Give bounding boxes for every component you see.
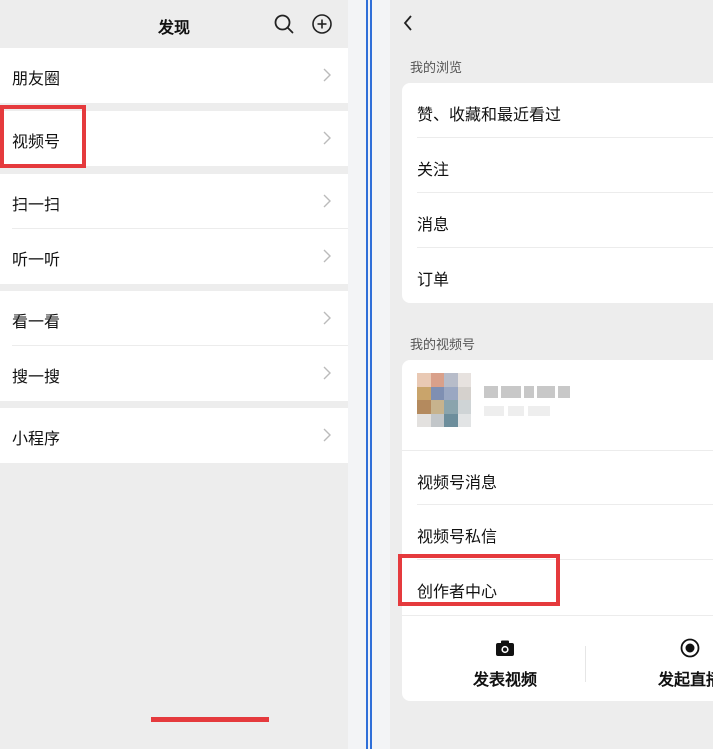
chevron-right-icon xyxy=(323,311,331,325)
section-title: 我的浏览 xyxy=(410,61,463,76)
menu-item-search[interactable]: 搜一搜 xyxy=(0,346,348,401)
discover-header: 发现 xyxy=(0,0,348,48)
menu-item-label: 听一听 xyxy=(12,250,61,269)
action-label: 发表视频 xyxy=(472,670,537,689)
menu-item-label: 看一看 xyxy=(12,312,61,331)
menu-item-mini-programs[interactable]: 小程序 xyxy=(0,408,348,463)
search-icon[interactable] xyxy=(272,12,296,36)
record-icon xyxy=(680,638,700,658)
menu-item-label: 关注 xyxy=(417,160,450,179)
panel-divider xyxy=(348,0,390,749)
menu-item-moments[interactable]: 朋友圈 xyxy=(0,48,348,103)
menu-item-orders[interactable]: 订单 xyxy=(402,248,713,303)
chevron-right-icon xyxy=(323,194,331,208)
chevron-left-icon[interactable] xyxy=(402,14,414,32)
menu-item-label: 赞、收藏和最近看过 xyxy=(417,105,562,124)
quick-actions: 发表视频 发起直播 xyxy=(402,615,713,701)
my-channel-card: 视频号消息 视频号私信 创作者中心 发表视频 发起直 xyxy=(402,360,713,701)
chevron-right-icon xyxy=(323,131,331,145)
action-divider xyxy=(585,646,586,682)
chevron-right-icon xyxy=(323,68,331,82)
menu-item-top-stories[interactable]: 看一看 xyxy=(0,291,348,346)
action-label: 发起直播 xyxy=(657,670,713,689)
avatar xyxy=(417,373,471,427)
blurred-channel-name xyxy=(484,386,570,398)
highlight-box xyxy=(0,105,86,168)
menu-item-scan[interactable]: 扫一扫 xyxy=(0,174,348,229)
highlight-box-edge xyxy=(151,717,269,722)
menu-item-label: 搜一搜 xyxy=(12,367,61,386)
menu-item-liked-favorites-recent[interactable]: 赞、收藏和最近看过 xyxy=(402,83,713,138)
channel-profile[interactable] xyxy=(402,360,713,450)
menu-item-label: 订单 xyxy=(417,270,450,289)
post-video-button[interactable]: 发表视频 xyxy=(445,638,565,690)
menu-item-channel-private-messages[interactable]: 视频号私信 xyxy=(402,505,713,560)
menu-item-label: 视频号私信 xyxy=(417,527,498,546)
discover-screen: 发现 朋友圈 视频号 扫一扫 听一听 看一看 搜一搜 小程序 xyxy=(0,0,348,749)
menu-group: 小程序 xyxy=(0,408,348,463)
add-circle-icon[interactable] xyxy=(310,12,334,36)
menu-group: 扫一扫 听一听 xyxy=(0,174,348,284)
section-title: 我的视频号 xyxy=(410,338,476,353)
camera-icon xyxy=(496,640,514,656)
chevron-right-icon xyxy=(323,428,331,442)
chevron-right-icon xyxy=(323,249,331,263)
menu-item-following[interactable]: 关注 xyxy=(402,138,713,193)
start-live-button[interactable]: 发起直播 xyxy=(630,638,713,690)
divider-line xyxy=(366,0,368,749)
channels-screen: 我的浏览 赞、收藏和最近看过 关注 消息 订单 我的视频号 视频号消息 视频号私… xyxy=(390,0,713,749)
menu-item-listen[interactable]: 听一听 xyxy=(0,229,348,284)
menu-item-label: 消息 xyxy=(417,215,450,234)
menu-group: 看一看 搜一搜 xyxy=(0,291,348,401)
menu-item-label: 小程序 xyxy=(12,429,61,448)
chevron-right-icon xyxy=(323,366,331,380)
divider-line xyxy=(370,0,372,749)
menu-item-label: 视频号消息 xyxy=(417,473,498,492)
blurred-channel-subtitle xyxy=(484,406,550,416)
menu-item-messages[interactable]: 消息 xyxy=(402,193,713,248)
menu-group: 朋友圈 xyxy=(0,48,348,103)
browse-card: 赞、收藏和最近看过 关注 消息 订单 xyxy=(402,83,713,303)
highlight-box xyxy=(398,554,560,606)
menu-item-label: 朋友圈 xyxy=(12,69,61,88)
menu-item-channel-messages[interactable]: 视频号消息 xyxy=(402,450,713,505)
menu-item-label: 扫一扫 xyxy=(12,195,61,214)
